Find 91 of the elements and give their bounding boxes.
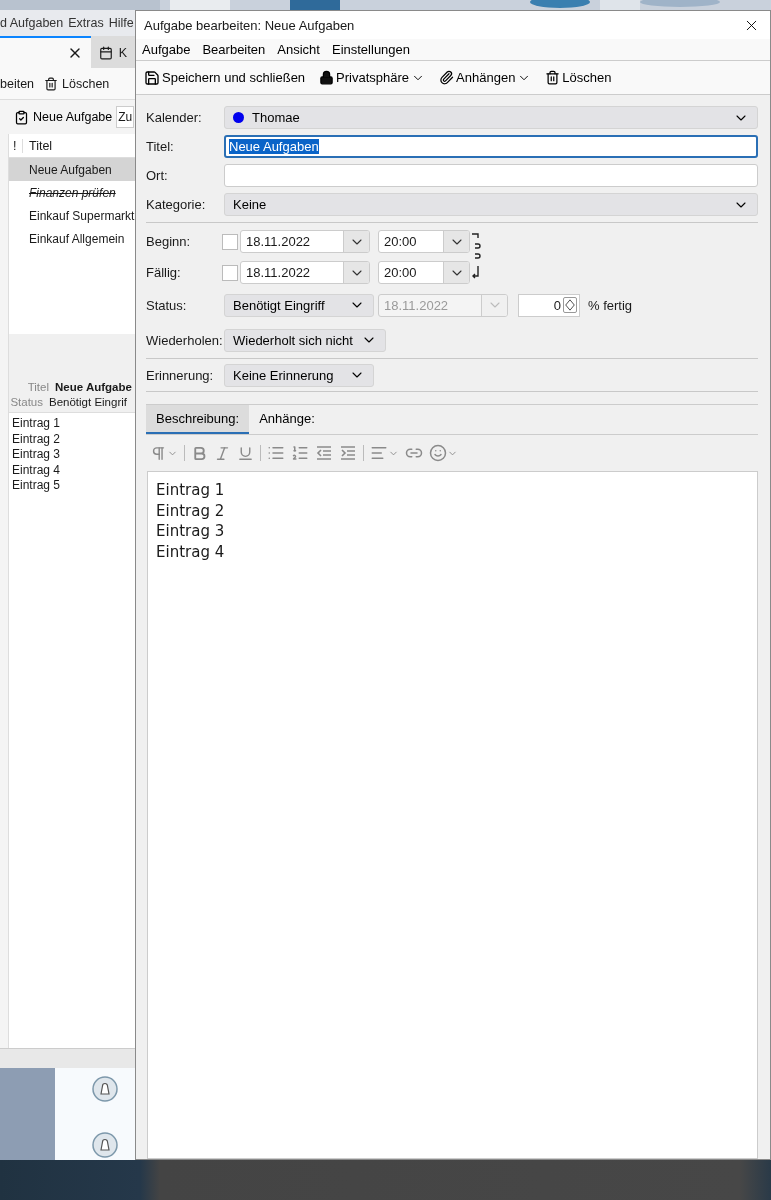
bold-button[interactable] — [191, 444, 208, 462]
repeat-dropdown[interactable]: Wiederholt sich nicht — [224, 328, 386, 352]
field-label: Status — [9, 396, 43, 408]
description-line: Eintrag 3 — [156, 521, 226, 542]
toolbar-button[interactable]: beiten — [0, 76, 35, 91]
field-label: Kategorie: — [146, 197, 207, 212]
window-title: Aufgabe bearbeiten: Neue Aufgaben — [144, 17, 355, 33]
description-line: Eintrag 4 — [156, 541, 226, 562]
smiley-icon — [429, 444, 447, 462]
percent-field[interactable]: 0 — [518, 293, 580, 317]
pilcrow-icon — [150, 444, 167, 462]
menu-item[interactable]: Hilfe — [108, 16, 134, 30]
status-dropdown[interactable]: Benötigt Eingriff — [224, 293, 374, 317]
field-label: Kalender: — [146, 110, 203, 125]
outdent-button[interactable] — [315, 444, 333, 462]
description-line: Eintrag 1 — [12, 416, 62, 432]
field-value: Benötigt Eingrif — [49, 396, 127, 408]
task-row[interactable]: Finanzen prüfen — [9, 181, 135, 204]
field-label: Wiederholen: — [146, 332, 220, 348]
menu-item[interactable]: Bearbeiten — [202, 42, 266, 57]
trash-icon — [44, 76, 59, 91]
toolbar-button[interactable]: Privatsphäre — [319, 70, 426, 85]
field-label: Titel: — [146, 139, 175, 154]
bold-icon — [191, 444, 208, 462]
bullet-list-button[interactable] — [267, 444, 285, 462]
tab[interactable]: Beschreibung: — [146, 405, 250, 434]
task-row[interactable]: Einkauf Supermarkt — [9, 204, 135, 227]
emoji-button[interactable] — [429, 444, 458, 462]
field-label: Ort: — [146, 168, 169, 183]
description-line: Eintrag 1 — [156, 480, 226, 501]
time-field[interactable]: 20:00 — [378, 230, 470, 253]
menu-item[interactable]: Aufgabe — [142, 42, 191, 57]
lock-icon — [319, 70, 335, 85]
field-label: Erinnerung: — [146, 367, 215, 383]
filter-field[interactable]: Zu — [116, 106, 135, 128]
numbered-list-button[interactable] — [291, 444, 309, 462]
tab[interactable]: Anhänge: — [249, 405, 325, 434]
toolbar-button[interactable]: Speichern und schließen — [144, 69, 306, 86]
calendar-dropdown[interactable]: Thomae — [224, 106, 758, 129]
indent-icon — [339, 444, 357, 462]
column-header[interactable]: Titel — [23, 138, 53, 153]
date-field[interactable]: 18.11.2022 — [240, 230, 370, 253]
column-header[interactable]: ! — [9, 138, 23, 153]
percent-label: % fertig — [588, 297, 633, 313]
bullet-list-icon — [267, 444, 285, 462]
location-field[interactable] — [224, 164, 758, 187]
checkbox[interactable] — [222, 264, 238, 281]
field-label: Fällig: — [146, 265, 182, 280]
align-left-icon — [370, 444, 388, 462]
description-line: Eintrag 2 — [156, 500, 226, 521]
field-label: Titel — [26, 381, 49, 393]
toolbar-button[interactable]: Löschen — [545, 70, 612, 85]
indent-button[interactable] — [339, 444, 357, 462]
task-row[interactable]: Neue Aufgaben — [9, 158, 135, 181]
description-editor[interactable]: Eintrag 1 Eintrag 2 Eintrag 3 Eintrag 4 — [147, 471, 758, 1159]
calendar-icon — [98, 46, 113, 60]
numbered-list-icon — [291, 444, 309, 462]
description-line: Eintrag 4 — [12, 462, 62, 478]
description-line: Eintrag 3 — [12, 447, 62, 463]
date-field[interactable]: 18.11.2022 — [240, 261, 370, 284]
bell-icon — [92, 1076, 118, 1102]
field-label: Status: — [146, 297, 188, 313]
description-line: Eintrag 5 — [12, 478, 62, 494]
paragraph-format-button[interactable] — [150, 444, 178, 462]
new-task-button[interactable]: Neue Aufgabe — [12, 107, 115, 127]
delete-button[interactable]: Löschen — [44, 76, 110, 91]
description-line: Eintrag 2 — [12, 431, 62, 447]
underline-button[interactable] — [237, 444, 254, 462]
outdent-icon — [315, 444, 333, 462]
save-icon — [144, 69, 160, 86]
category-dropdown[interactable]: Keine — [224, 193, 758, 216]
title-field[interactable]: Neue Aufgaben — [224, 135, 758, 158]
field-label: Beginn: — [146, 234, 192, 249]
task-icon — [14, 109, 29, 125]
italic-icon — [214, 444, 231, 462]
reminder-dropdown[interactable]: Keine Erinnerung — [224, 363, 374, 387]
time-field[interactable]: 20:00 — [378, 261, 470, 284]
task-row[interactable]: Einkauf Allgemein — [9, 227, 135, 250]
checkbox[interactable] — [222, 233, 238, 250]
trash-icon — [545, 70, 561, 85]
menu-item[interactable]: d Aufgaben — [0, 16, 64, 30]
underline-icon — [237, 444, 254, 462]
paperclip-icon — [439, 70, 455, 85]
menu-item[interactable]: Ansicht — [277, 42, 320, 57]
menu-item[interactable]: Extras — [68, 16, 104, 30]
spinner-icon — [563, 297, 577, 313]
italic-button[interactable] — [214, 444, 231, 462]
field-value: Neue Aufgabe — [55, 381, 132, 393]
align-button[interactable] — [370, 444, 399, 462]
toolbar-button[interactable]: Anhängen — [439, 70, 532, 85]
menu-item[interactable]: Einstellungen — [331, 42, 411, 57]
